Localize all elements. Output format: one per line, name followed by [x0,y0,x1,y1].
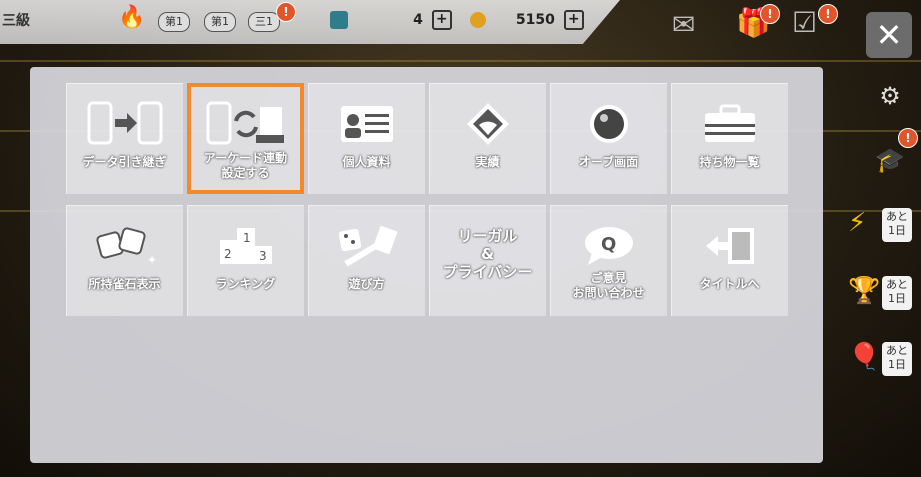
cap-badge: ! [898,128,918,148]
svg-text:2: 2 [224,247,232,261]
menu-profile[interactable]: 個人資料 [308,83,425,194]
lightning-icon: ⚡ [848,208,867,238]
svg-text:3: 3 [259,249,267,263]
rank-pill-2: 第1 [204,12,236,32]
podium-icon: 1 2 3 [187,221,304,271]
menu-legal-privacy[interactable]: リーガル & プライバシー [429,205,546,316]
days-left-tag: あと 1日 [882,208,912,242]
menu-panel: データ引き継ぎ アーケード連動 設定する 個人資料 実績 オーブ画面 持ち物一覧… [30,67,823,463]
days-left-tag: あと 1日 [882,276,912,310]
menu-ranking[interactable]: 1 2 3 ランキング [187,205,304,316]
menu-orb[interactable]: オーブ画面 [550,83,667,194]
menu-label: タイトルへ [699,277,760,291]
menu-label: データ引き継ぎ [82,155,167,169]
menu-inventory[interactable]: 持ち物一覧 [671,83,788,194]
menu-label: 個人資料 [342,155,391,169]
arcade-link-icon [187,99,304,149]
add-coin-button[interactable]: + [563,10,584,30]
device-transfer-icon [66,99,183,149]
alert-badge: ! [276,2,296,22]
dice-icon [308,221,425,271]
menu-label: アーケード連動 設定する [203,151,288,180]
menu-label: ランキング [215,277,276,291]
mission-badge: ! [818,4,838,24]
coin-icon [470,12,486,28]
menu-label: 持ち物一覧 [699,155,760,169]
days-left-tag: あと 1日 [882,342,912,376]
close-button[interactable]: ✕ [866,12,912,58]
bonus-balloons[interactable]: 🎈 あと 1日 [846,336,916,380]
flame-icon: 🔥 [118,5,146,30]
menu-data-transfer[interactable]: データ引き継ぎ [66,83,183,194]
svg-text:Q: Q [601,234,616,255]
menu-label: リーガル & プライバシー [442,227,533,281]
exit-door-icon [671,221,788,271]
menu-label: オーブ画面 [578,155,639,169]
svg-text:1: 1 [243,231,251,245]
coin-count: 5150 [515,12,555,28]
menu-gems[interactable]: ✦ 所持雀石表示 [66,205,183,316]
add-ticket-button[interactable]: + [431,10,452,30]
gift-badge: ! [760,4,780,24]
mail-icon[interactable]: ✉ [672,8,695,41]
ticket-count: 4 [413,12,423,28]
menu-label: 所持雀石表示 [88,277,161,291]
menu-label: ご意見 お問い合わせ [572,271,645,300]
menu-label: 実績 [475,155,500,169]
mission-icon[interactable]: ☑ [792,6,817,39]
gems-icon: ✦ [66,221,183,271]
menu-how-to-play[interactable]: 遊び方 [308,205,425,316]
gear-icon[interactable]: ⚙ [868,74,912,118]
bonus-lightning[interactable]: ⚡ あと 1日 [846,202,916,246]
menu-back-to-title[interactable]: タイトルへ [671,205,788,316]
orb-icon [550,99,667,149]
rank-pill-1: 第1 [158,12,190,32]
rank-label: 三級 [2,13,30,29]
svg-text:✦: ✦ [147,253,157,267]
menu-label: 遊び方 [348,277,385,291]
profile-card-icon [308,99,425,149]
menu-achievements[interactable]: 実績 [429,83,546,194]
coin-counter: 5150 + [470,10,584,32]
balloons-icon: 🎈 [848,342,881,372]
rank-pill-3: 三1 [248,12,280,32]
briefcase-icon [671,99,788,149]
stadium-icon [429,99,546,149]
menu-contact[interactable]: Q ご意見 お問い合わせ [550,205,667,316]
ticket-counter: 4 + [330,10,452,32]
q-bubble-icon: Q [550,221,667,271]
trophy-icon: 🏆 [848,276,881,306]
bonus-trophy[interactable]: 🏆 あと 1日 [846,270,916,314]
ticket-icon [330,11,348,29]
menu-arcade-link[interactable]: アーケード連動 設定する [187,83,304,194]
